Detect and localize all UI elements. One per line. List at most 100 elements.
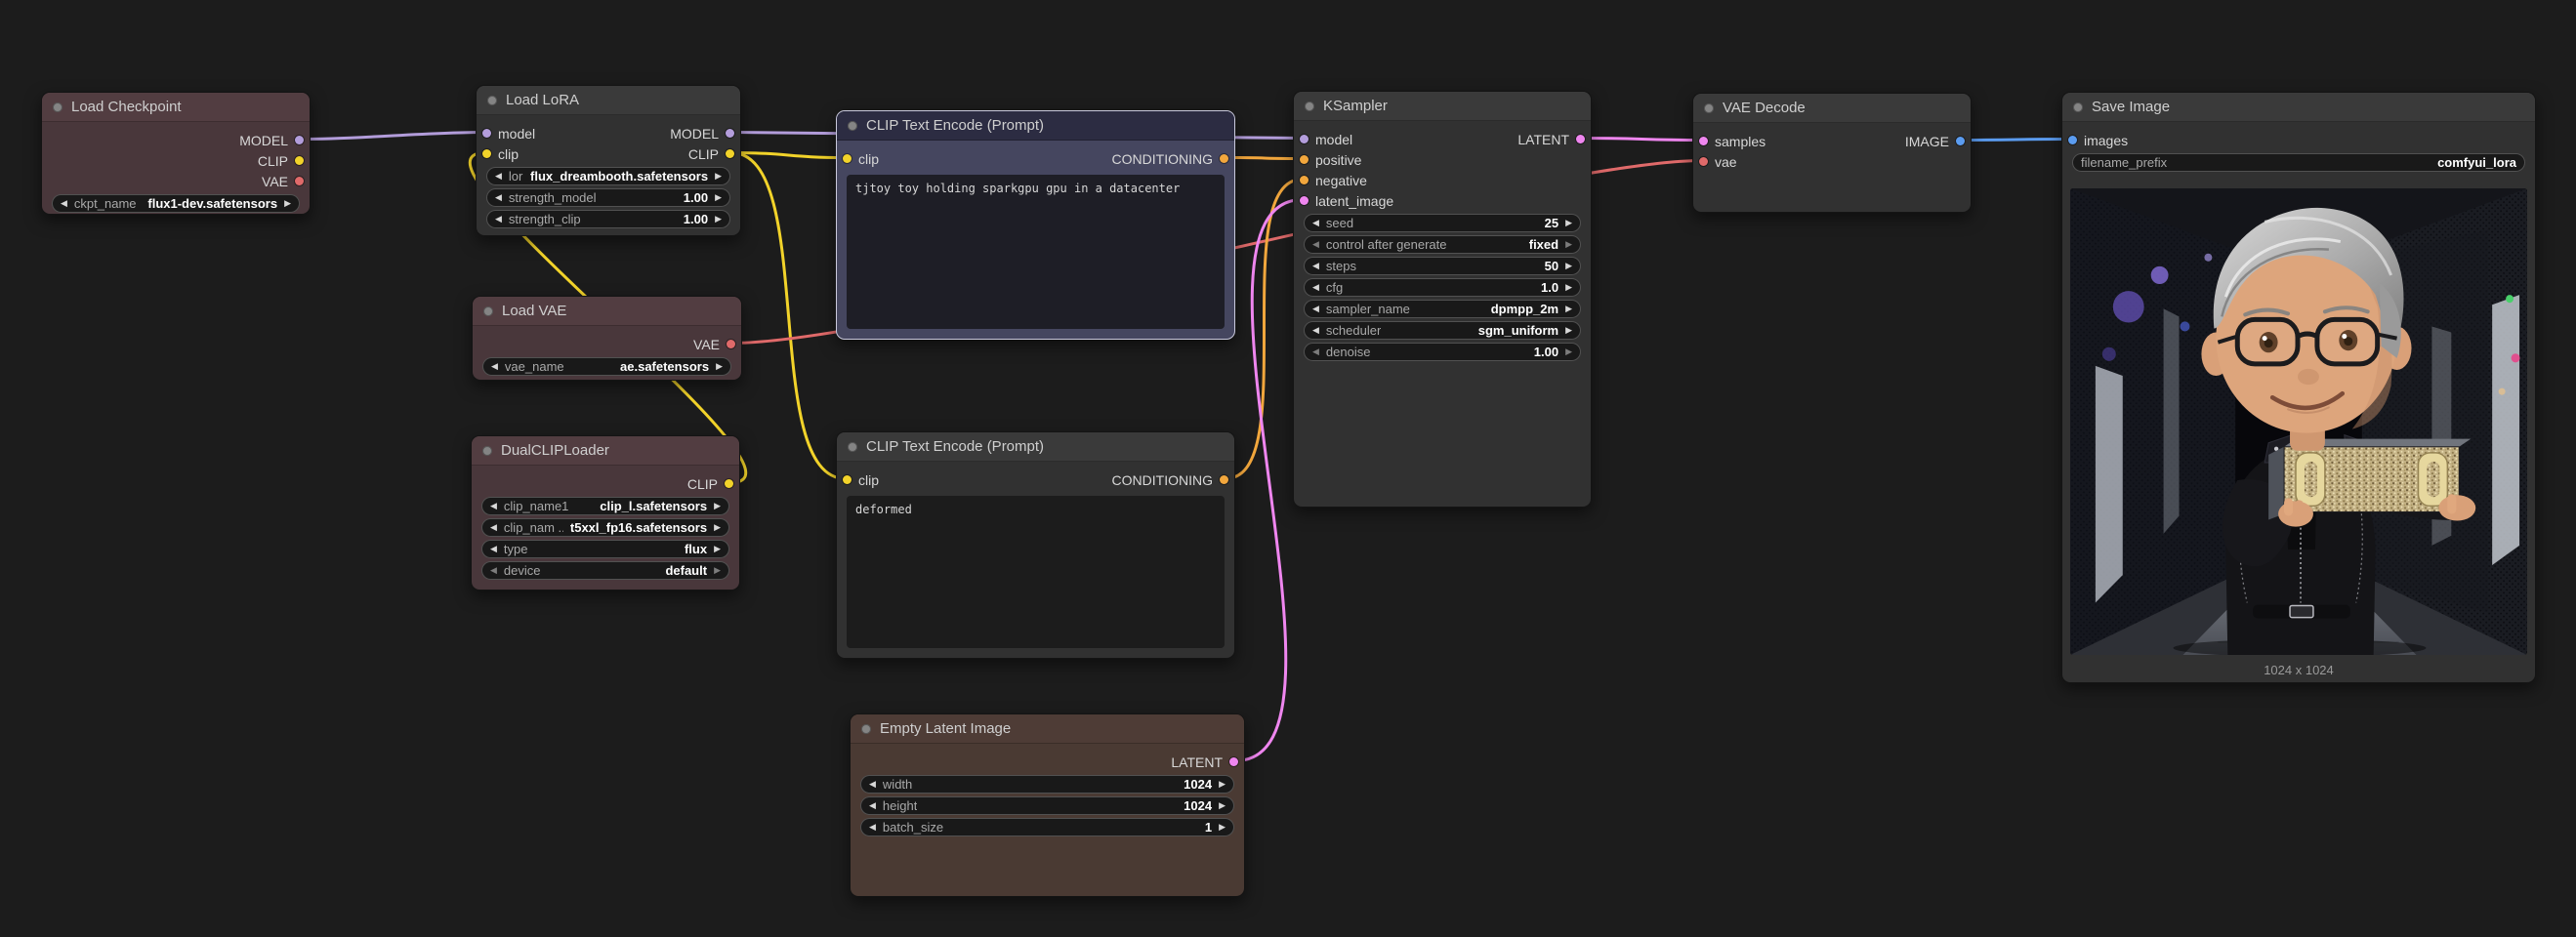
decrement-arrow-icon[interactable]: ◀ bbox=[1312, 219, 1319, 227]
increment-arrow-icon[interactable]: ▶ bbox=[715, 193, 722, 202]
node-load-checkpoint[interactable]: Load CheckpointMODELCLIPVAE◀ckpt_nameflu… bbox=[41, 92, 311, 215]
widget-batch-size[interactable]: ◀batch_size1▶ bbox=[860, 818, 1234, 836]
vae-input-slot[interactable] bbox=[1699, 157, 1708, 166]
widget-clip-name1[interactable]: ◀clip_name1clip_l.safetensors▶ bbox=[481, 497, 729, 515]
decrement-arrow-icon[interactable]: ◀ bbox=[495, 172, 502, 181]
collapse-dot[interactable] bbox=[487, 96, 497, 105]
node-ksampler[interactable]: KSamplermodelLATENTpositivenegativelaten… bbox=[1293, 91, 1592, 508]
decrement-arrow-icon[interactable]: ◀ bbox=[1312, 283, 1319, 292]
decrement-arrow-icon[interactable]: ◀ bbox=[1312, 305, 1319, 313]
widget-lor-[interactable]: ◀lor ...flux_dreambooth.safetensors▶ bbox=[486, 167, 730, 185]
widget-vae-name[interactable]: ◀vae_nameae.safetensors▶ bbox=[482, 357, 731, 376]
VAE-output-slot[interactable] bbox=[295, 177, 304, 185]
decrement-arrow-icon[interactable]: ◀ bbox=[61, 199, 67, 208]
widget-strength-clip[interactable]: ◀strength_clip1.00▶ bbox=[486, 210, 730, 228]
collapse-dot[interactable] bbox=[1704, 103, 1714, 113]
model-input-slot[interactable] bbox=[482, 129, 491, 138]
node-clip-negative[interactable]: CLIP Text Encode (Prompt)clipCONDITIONIN… bbox=[836, 431, 1235, 659]
clip-input-slot[interactable] bbox=[843, 154, 852, 163]
decrement-arrow-icon[interactable]: ◀ bbox=[490, 502, 497, 510]
increment-arrow-icon[interactable]: ▶ bbox=[284, 199, 291, 208]
collapse-dot[interactable] bbox=[53, 102, 62, 112]
comfyui-canvas[interactable]: { "app": {"title": "ComfyUI Workflow"}, … bbox=[0, 0, 2576, 937]
LATENT-output-slot[interactable] bbox=[1229, 757, 1238, 766]
LATENT-output-slot[interactable] bbox=[1576, 135, 1585, 143]
decrement-arrow-icon[interactable]: ◀ bbox=[490, 523, 497, 532]
decrement-arrow-icon[interactable]: ◀ bbox=[869, 801, 876, 810]
widget-seed[interactable]: ◀seed25▶ bbox=[1304, 214, 1581, 232]
widget-sampler-name[interactable]: ◀sampler_namedpmpp_2m▶ bbox=[1304, 300, 1581, 318]
increment-arrow-icon[interactable]: ▶ bbox=[1565, 326, 1572, 335]
latent_image-input-slot[interactable] bbox=[1300, 196, 1309, 205]
widget-control-after-generate[interactable]: ◀control after generatefixed▶ bbox=[1304, 235, 1581, 254]
increment-arrow-icon[interactable]: ▶ bbox=[1565, 262, 1572, 270]
collapse-dot[interactable] bbox=[848, 121, 857, 131]
node-load-lora[interactable]: Load LoRAmodelMODELclipCLIP◀lor ...flux_… bbox=[476, 85, 741, 236]
widget-steps[interactable]: ◀steps50▶ bbox=[1304, 257, 1581, 275]
increment-arrow-icon[interactable]: ▶ bbox=[1219, 780, 1226, 789]
node-clip-positive[interactable]: CLIP Text Encode (Prompt)clipCONDITIONIN… bbox=[836, 110, 1235, 340]
node-save-image[interactable]: Save Imageimagesfilename_prefixcomfyui_l… bbox=[2061, 92, 2536, 683]
node-load-vae[interactable]: Load VAEVAE◀vae_nameae.safetensors▶ bbox=[472, 296, 742, 381]
widget-strength-model[interactable]: ◀strength_model1.00▶ bbox=[486, 188, 730, 207]
CLIP-output-slot[interactable] bbox=[726, 149, 734, 158]
widget-cfg[interactable]: ◀cfg1.0▶ bbox=[1304, 278, 1581, 297]
widget-denoise[interactable]: ◀denoise1.00▶ bbox=[1304, 343, 1581, 361]
positive-input-slot[interactable] bbox=[1300, 155, 1309, 164]
prompt-textarea[interactable]: tjtoy toy holding sparkgpu gpu in a data… bbox=[847, 175, 1225, 329]
decrement-arrow-icon[interactable]: ◀ bbox=[869, 780, 876, 789]
collapse-dot[interactable] bbox=[2073, 102, 2083, 112]
increment-arrow-icon[interactable]: ▶ bbox=[1565, 283, 1572, 292]
decrement-arrow-icon[interactable]: ◀ bbox=[1312, 326, 1319, 335]
collapse-dot[interactable] bbox=[1305, 102, 1314, 111]
node-vae-decode[interactable]: VAE DecodesamplesIMAGEvae bbox=[1692, 93, 1972, 213]
widget-type[interactable]: ◀typeflux▶ bbox=[481, 540, 729, 558]
widget-clip-nam-[interactable]: ◀clip_nam ...t5xxl_fp16.safetensors▶ bbox=[481, 518, 729, 537]
CONDITIONING-output-slot[interactable] bbox=[1220, 154, 1228, 163]
widget-width[interactable]: ◀width1024▶ bbox=[860, 775, 1234, 794]
decrement-arrow-icon[interactable]: ◀ bbox=[495, 193, 502, 202]
CLIP-output-slot[interactable] bbox=[295, 156, 304, 165]
widget-ckpt-name[interactable]: ◀ckpt_nameflux1-dev.safetensors▶ bbox=[52, 194, 300, 213]
VAE-output-slot[interactable] bbox=[727, 340, 735, 348]
increment-arrow-icon[interactable]: ▶ bbox=[714, 523, 721, 532]
CONDITIONING-output-slot[interactable] bbox=[1220, 475, 1228, 484]
increment-arrow-icon[interactable]: ▶ bbox=[714, 545, 721, 553]
decrement-arrow-icon[interactable]: ◀ bbox=[869, 823, 876, 832]
increment-arrow-icon[interactable]: ▶ bbox=[1219, 823, 1226, 832]
decrement-arrow-icon[interactable]: ◀ bbox=[1312, 347, 1319, 356]
widget-height[interactable]: ◀height1024▶ bbox=[860, 796, 1234, 815]
collapse-dot[interactable] bbox=[861, 724, 871, 734]
increment-arrow-icon[interactable]: ▶ bbox=[715, 172, 722, 181]
decrement-arrow-icon[interactable]: ◀ bbox=[490, 545, 497, 553]
increment-arrow-icon[interactable]: ▶ bbox=[1565, 219, 1572, 227]
CLIP-output-slot[interactable] bbox=[725, 479, 733, 488]
increment-arrow-icon[interactable]: ▶ bbox=[715, 215, 722, 224]
widget-filename-prefix[interactable]: filename_prefixcomfyui_lora bbox=[2072, 153, 2525, 172]
increment-arrow-icon[interactable]: ▶ bbox=[1565, 240, 1572, 249]
increment-arrow-icon[interactable]: ▶ bbox=[1565, 347, 1572, 356]
clip-input-slot[interactable] bbox=[482, 149, 491, 158]
increment-arrow-icon[interactable]: ▶ bbox=[714, 566, 721, 575]
clip-input-slot[interactable] bbox=[843, 475, 852, 484]
increment-arrow-icon[interactable]: ▶ bbox=[1565, 305, 1572, 313]
widget-device[interactable]: ◀devicedefault▶ bbox=[481, 561, 729, 580]
model-input-slot[interactable] bbox=[1300, 135, 1309, 143]
decrement-arrow-icon[interactable]: ◀ bbox=[491, 362, 498, 371]
negative-input-slot[interactable] bbox=[1300, 176, 1309, 184]
collapse-dot[interactable] bbox=[848, 442, 857, 452]
increment-arrow-icon[interactable]: ▶ bbox=[1219, 801, 1226, 810]
node-empty-latent[interactable]: Empty Latent ImageLATENT◀width1024▶◀heig… bbox=[850, 713, 1245, 897]
node-dual-clip-loader[interactable]: DualCLIPLoaderCLIP◀clip_name1clip_l.safe… bbox=[471, 435, 740, 591]
IMAGE-output-slot[interactable] bbox=[1956, 137, 1965, 145]
decrement-arrow-icon[interactable]: ◀ bbox=[490, 566, 497, 575]
widget-scheduler[interactable]: ◀schedulersgm_uniform▶ bbox=[1304, 321, 1581, 340]
collapse-dot[interactable] bbox=[483, 306, 493, 316]
increment-arrow-icon[interactable]: ▶ bbox=[716, 362, 723, 371]
decrement-arrow-icon[interactable]: ◀ bbox=[1312, 240, 1319, 249]
MODEL-output-slot[interactable] bbox=[726, 129, 734, 138]
collapse-dot[interactable] bbox=[482, 446, 492, 456]
increment-arrow-icon[interactable]: ▶ bbox=[714, 502, 721, 510]
decrement-arrow-icon[interactable]: ◀ bbox=[1312, 262, 1319, 270]
MODEL-output-slot[interactable] bbox=[295, 136, 304, 144]
